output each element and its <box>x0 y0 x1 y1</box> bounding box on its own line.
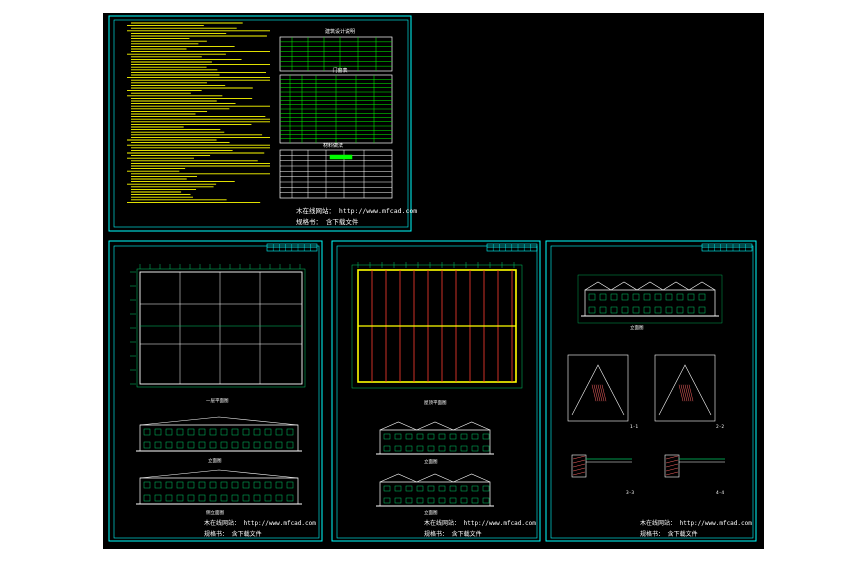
roof-elevation-1-title: 立面图 <box>424 458 438 465</box>
sheet-1-watermark: 木在线网站： http://www.mfcad.com <box>296 206 417 215</box>
side-elevation-title: 侧立面图 <box>206 509 224 516</box>
sheet-3-watermark: 木在线网站： http://www.mfcad.com <box>424 519 536 527</box>
sheet-4-credit: 规格书： 含下载文件 <box>640 530 698 538</box>
detail-title-2: 2-2 <box>716 424 724 430</box>
detail-title-3: 3-3 <box>626 490 634 496</box>
sheet-4-watermark: 木在线网站： http://www.mfcad.com <box>640 519 752 527</box>
cad-viewport[interactable]: 建筑设计说明 门窗表 材料做法 木在线网站： http://www.mfcad.… <box>0 0 867 562</box>
floor-plan-title: 一层平面图 <box>206 398 229 404</box>
roof-plan-title: 屋顶平面图 <box>424 400 447 406</box>
sheet-2-watermark: 木在线网站： http://www.mfcad.com <box>204 519 316 527</box>
sheet-1-table1-title: 建筑设计说明 <box>325 28 355 35</box>
front-elevation-title: 立面图 <box>208 457 222 464</box>
sheet-1-table3-title: 材料做法 <box>323 142 343 149</box>
sheet-1-table2-title: 门窗表 <box>332 67 347 74</box>
roof-elevation-2-title: 立面图 <box>424 509 438 516</box>
detail-title-4: 4-4 <box>716 490 724 496</box>
table-highlight-cell <box>329 154 353 160</box>
sheet-3-credit: 规格书： 含下载文件 <box>424 530 482 538</box>
sheet-1-credit: 规格书： 含下载文件 <box>296 217 359 226</box>
gable-elevation-title: 立面图 <box>630 324 644 331</box>
sheet-2-credit: 规格书： 含下载文件 <box>204 530 262 538</box>
detail-title-1: 1-1 <box>630 424 638 430</box>
